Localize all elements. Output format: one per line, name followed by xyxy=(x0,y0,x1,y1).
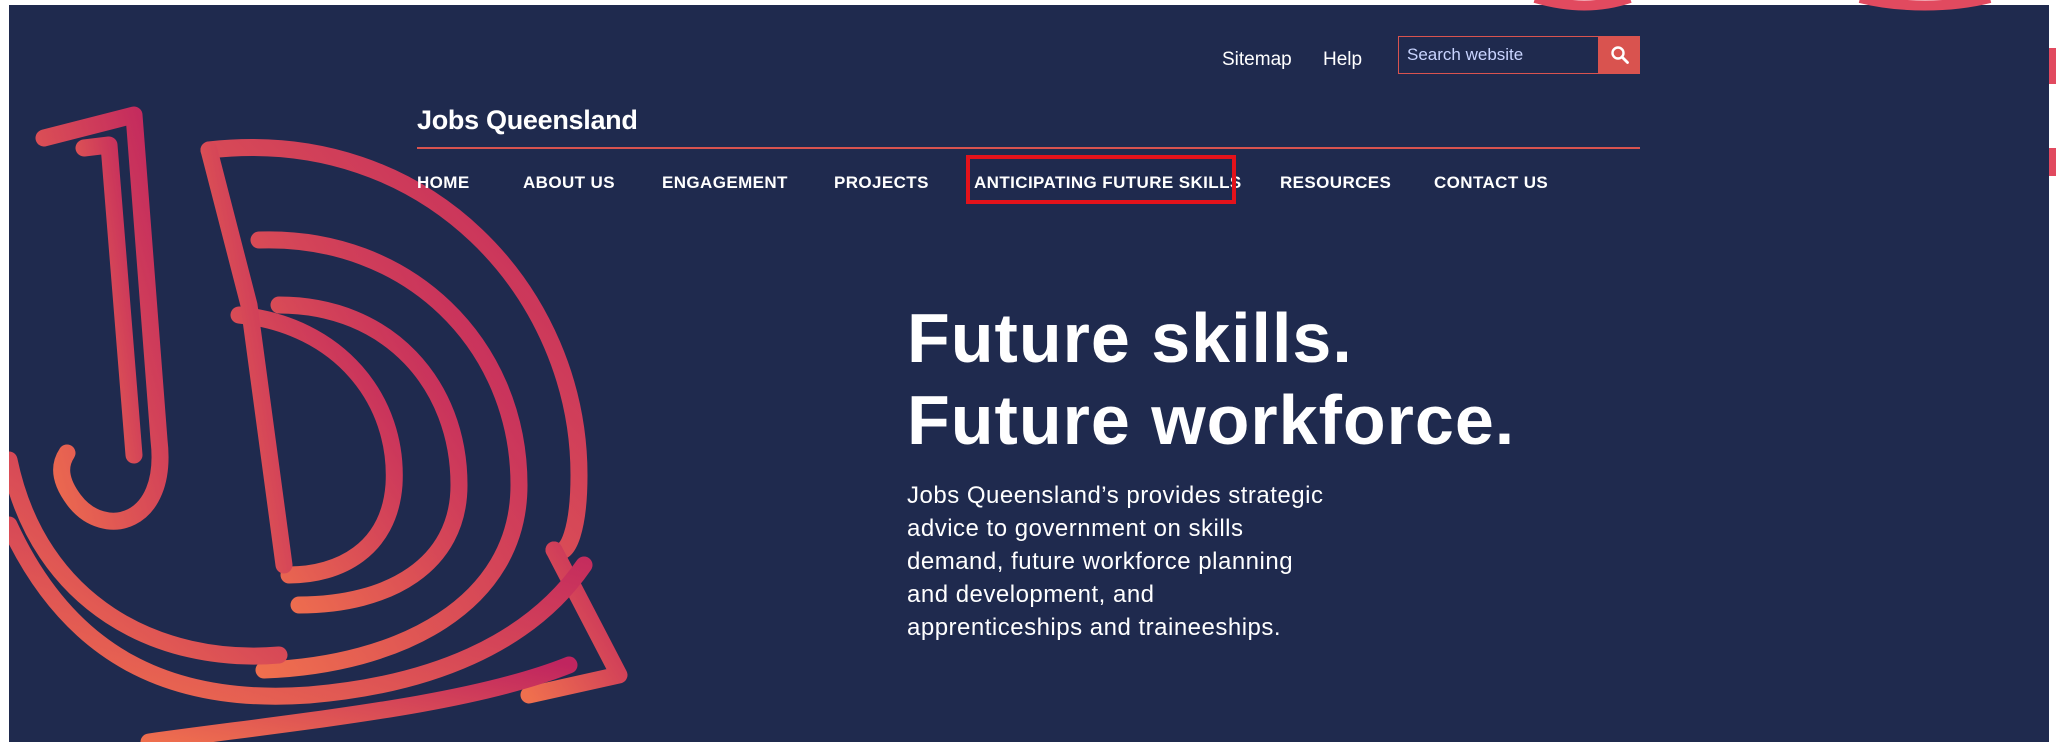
search-box xyxy=(1398,36,1599,74)
nav-anticipating-future-skills[interactable]: ANTICIPATING FUTURE SKILLS xyxy=(974,173,1242,193)
search-button[interactable] xyxy=(1599,36,1640,74)
hero-description-line-5: apprenticeships and traineeships. xyxy=(907,614,1282,641)
nav-divider xyxy=(417,147,1640,149)
help-link[interactable]: Help xyxy=(1323,49,1362,71)
nav-about-us[interactable]: ABOUT US xyxy=(523,173,615,193)
hero-headline-line-2: Future workforce. xyxy=(907,381,1516,459)
search-icon xyxy=(1610,46,1629,64)
page-background: Sitemap Help Jobs Queensland HOME ABOUT … xyxy=(9,5,2049,742)
hero-description-line-4: and development, and xyxy=(907,581,1155,608)
hero-description-line-3: demand, future workforce planning xyxy=(907,548,1294,575)
search-input[interactable] xyxy=(1399,37,1597,73)
hero-description-line-1: Jobs Queensland’s provides strategic xyxy=(907,482,1324,509)
hero-headline-line-1: Future skills. xyxy=(907,299,1353,377)
nav-home[interactable]: HOME xyxy=(417,173,470,193)
nav-projects[interactable]: PROJECTS xyxy=(834,173,929,193)
hero-description-line-2: advice to government on skills xyxy=(907,515,1244,542)
nav-engagement[interactable]: ENGAGEMENT xyxy=(662,173,788,193)
nav-contact-us[interactable]: CONTACT US xyxy=(1434,173,1548,193)
site-title[interactable]: Jobs Queensland xyxy=(417,105,638,136)
nav-resources[interactable]: RESOURCES xyxy=(1280,173,1391,193)
sitemap-link[interactable]: Sitemap xyxy=(1222,49,1292,71)
